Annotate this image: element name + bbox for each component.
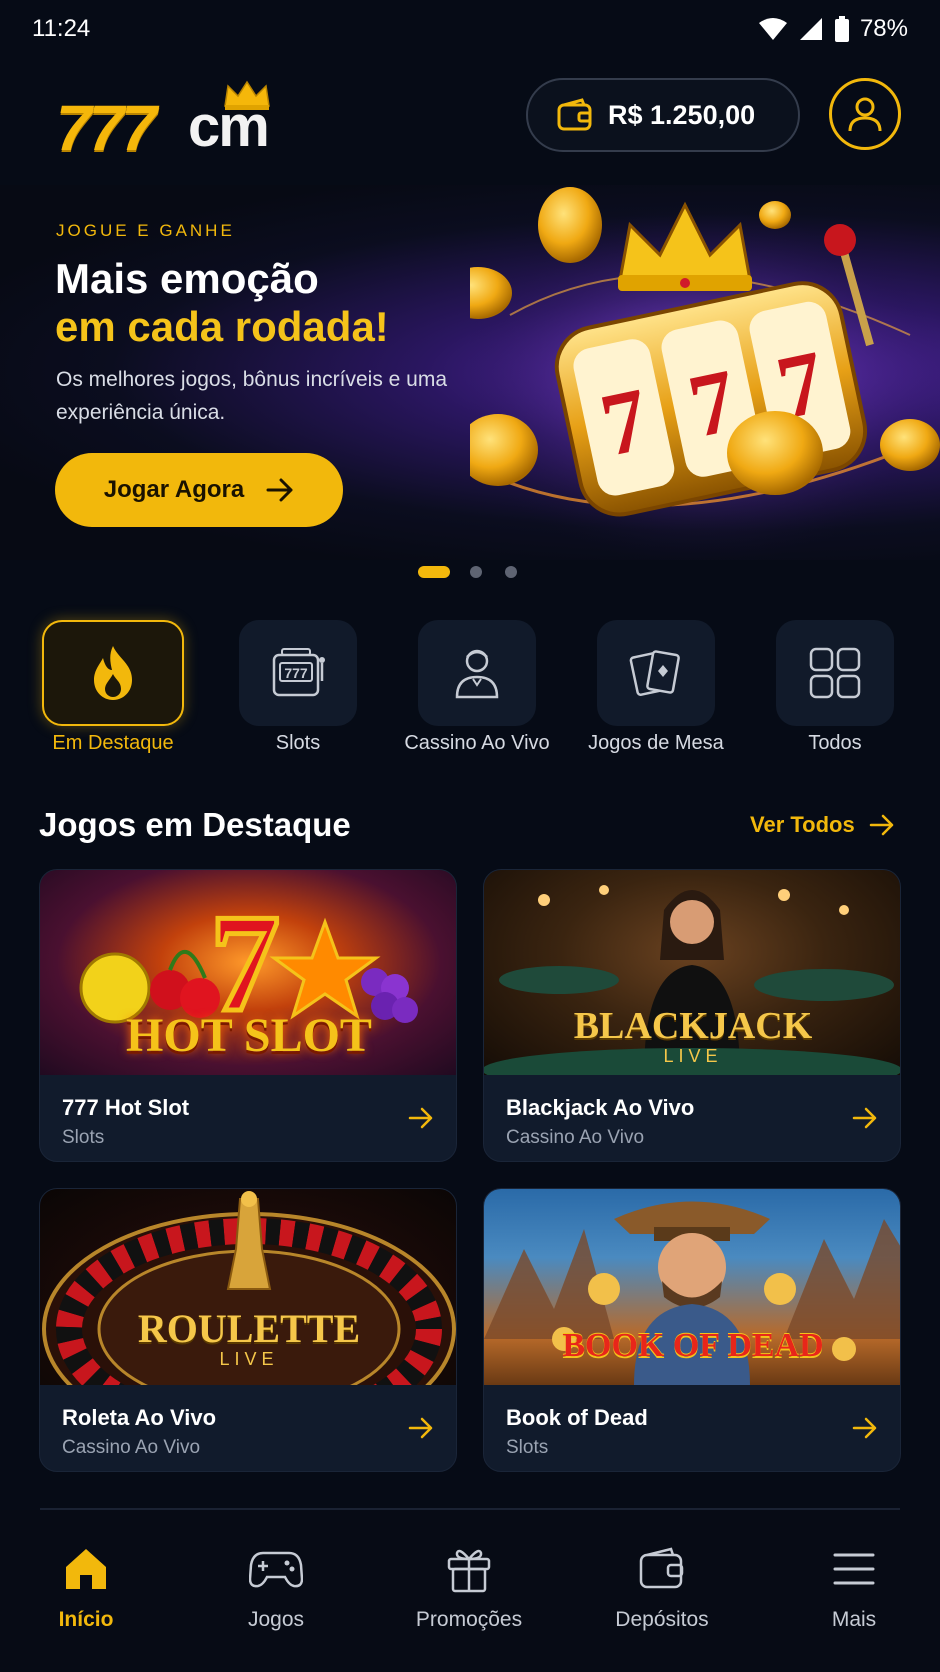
gift-icon (447, 1549, 491, 1593)
nav-more[interactable]: Mais (760, 1540, 940, 1650)
menu-icon (833, 1553, 875, 1585)
game-name: Book of Dead (506, 1405, 648, 1430)
profile-button[interactable] (829, 78, 901, 150)
status-bar: 11:24 78% (0, 0, 940, 58)
category-label: Em Destaque (52, 732, 174, 754)
carousel-dot-2[interactable] (470, 566, 482, 578)
cards-icon (629, 650, 680, 696)
category-label: Jogos de Mesa (588, 732, 724, 754)
slot-machine-banner-art: 7 7 7 (470, 187, 940, 560)
game-card-hot-slot[interactable]: 7 HOT SLOT 777 Hot Slot Slots (39, 869, 457, 1162)
category-live-casino[interactable]: Cassino Ao Vivo (387, 620, 567, 760)
category-featured[interactable]: Em Destaque (23, 620, 203, 760)
hot-slot-art-title: HOT SLOT (126, 1009, 372, 1062)
wallet-icon (557, 98, 592, 131)
arrow-right-icon (869, 814, 893, 836)
category-table-games[interactable]: Jogos de Mesa (566, 620, 746, 760)
arrow-right-icon[interactable] (852, 1107, 878, 1129)
nav-promotions[interactable]: Promoções (375, 1540, 563, 1650)
logo-digits: 777 (56, 92, 157, 164)
bottom-navigation: Início Jogos Promoções Depósitos Mais (0, 1510, 940, 1672)
app-header: 777 cm R$ 1.250,00 (0, 70, 940, 170)
category-bar: Em Destaque 777 Slots Cassino Ao Vivo Jo… (0, 620, 940, 760)
carousel-dot-1[interactable] (418, 566, 450, 578)
arrow-right-icon[interactable] (852, 1417, 878, 1439)
status-icons: 78% (758, 15, 908, 43)
nav-deposits[interactable]: Depósitos (568, 1540, 756, 1650)
see-all-label: Ver Todos (750, 812, 855, 837)
nav-label: Jogos (247, 1608, 305, 1631)
signal-icon (799, 18, 822, 40)
carousel-dot-3[interactable] (505, 566, 517, 578)
category-label: Todos (808, 732, 862, 754)
blackjack-art-live: LIVE (663, 1046, 723, 1066)
status-time: 11:24 (32, 15, 91, 42)
banner-subtitle: Os melhores jogos, bônus incríveis e uma… (56, 368, 448, 424)
wallet-icon (639, 1547, 684, 1589)
banner-eyebrow: JOGUE E GANHE (56, 221, 235, 240)
featured-games-title: Jogos em Destaque (39, 806, 351, 843)
battery-level: 78% (859, 15, 908, 42)
game-category: Cassino Ao Vivo (506, 1127, 645, 1148)
game-card-blackjack[interactable]: BLACKJACK LIVE Blackjack Ao Vivo Cassino… (483, 869, 901, 1162)
game-category: Cassino Ao Vivo (62, 1437, 201, 1458)
promo-banner[interactable]: 7 7 7 JOGUE E GANHE Mais emoção em cada … (0, 185, 940, 560)
game-name: Blackjack Ao Vivo (506, 1095, 695, 1120)
nav-label: Mais (831, 1608, 877, 1631)
play-now-button[interactable]: Jogar Agora (55, 453, 343, 527)
banner-headline-line1: Mais emoção (55, 255, 319, 302)
user-icon (848, 97, 882, 132)
dealer-icon (455, 649, 499, 699)
nav-home[interactable]: Início (0, 1540, 180, 1650)
carousel-indicator (0, 564, 940, 580)
category-all[interactable]: Todos (745, 620, 925, 760)
book-of-dead-art-title: BOOK OF DEAD (562, 1327, 824, 1364)
blackjack-art-title: BLACKJACK (573, 1005, 813, 1047)
roulette-art-title: ROULETTE (137, 1306, 361, 1351)
game-name: Roleta Ao Vivo (62, 1405, 217, 1430)
fire-icon (94, 646, 132, 700)
game-category: Slots (506, 1437, 549, 1458)
nav-label: Promoções (415, 1608, 523, 1631)
brand-logo[interactable]: 777 cm (56, 80, 286, 160)
home-icon (66, 1549, 106, 1589)
game-card-book-of-dead[interactable]: BOOK OF DEAD Book of Dead Slots (483, 1188, 901, 1472)
wifi-icon (758, 18, 787, 40)
balance-amount: R$ 1.250,00 (608, 99, 756, 130)
nav-label: Início (58, 1608, 114, 1631)
game-category: Slots (62, 1127, 105, 1148)
arrow-right-icon[interactable] (408, 1417, 434, 1439)
crown-icon (224, 80, 270, 110)
banner-headline-line2: em cada rodada! (55, 303, 389, 350)
category-slots[interactable]: 777 Slots (208, 620, 388, 760)
svg-text:777: 777 (284, 665, 308, 681)
see-all-link[interactable]: Ver Todos (750, 812, 895, 838)
roulette-art-live: LIVE (219, 1349, 279, 1369)
nav-games[interactable]: Jogos (182, 1540, 370, 1650)
battery-icon (834, 16, 849, 42)
slot-machine-icon: 777 (272, 648, 325, 697)
game-card-roulette[interactable]: ROULETTE LIVE Roleta Ao Vivo Cassino Ao … (39, 1188, 457, 1472)
arrow-right-icon (266, 478, 293, 502)
category-label: Slots (275, 732, 321, 754)
category-label: Cassino Ao Vivo (404, 732, 550, 754)
balance-pill[interactable]: R$ 1.250,00 (526, 78, 800, 152)
gamepad-icon (249, 1551, 303, 1588)
grid-icon (809, 647, 861, 699)
play-now-label: Jogar Agora (103, 476, 245, 503)
nav-label: Depósitos (615, 1608, 709, 1631)
arrow-right-icon[interactable] (408, 1107, 434, 1129)
game-name: 777 Hot Slot (62, 1095, 190, 1120)
